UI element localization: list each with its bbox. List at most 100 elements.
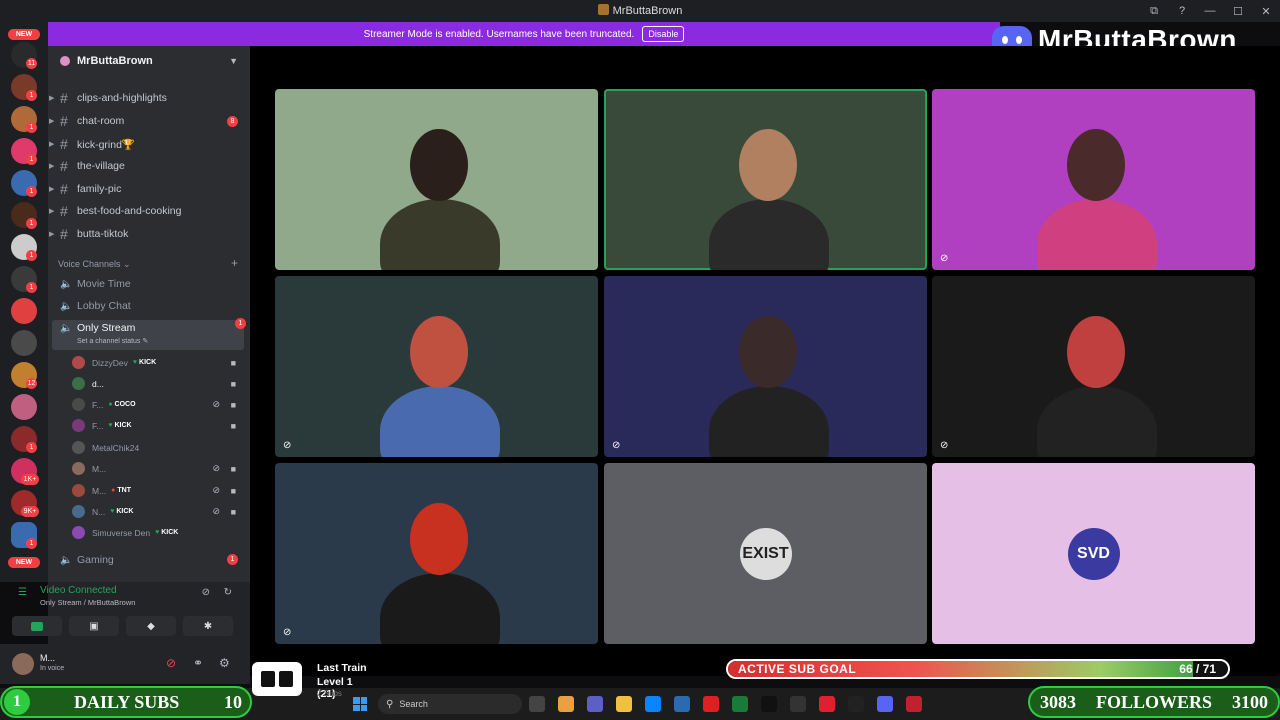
taskbar-app-icon[interactable] <box>761 696 777 712</box>
channel-clips-and-highlights[interactable]: ▶ # clips-and-highlights <box>48 87 250 109</box>
taskbar-app-icon[interactable] <box>558 696 574 712</box>
speaker-icon: 🔈 <box>60 554 73 566</box>
user-name: M... <box>92 463 107 474</box>
server-badge: 1 <box>26 282 37 293</box>
channel-label: butta-tiktok <box>77 228 129 240</box>
hash-icon: # <box>60 158 68 174</box>
voice-user[interactable]: DizzyDev ♥ KICK ■ <box>72 352 242 373</box>
camera-button[interactable] <box>12 616 62 636</box>
server-icon[interactable] <box>11 394 37 420</box>
channel-chat-room[interactable]: ▶ # chat-room 8 <box>48 110 250 132</box>
taskbar-app-icon[interactable] <box>877 696 893 712</box>
voice-channel-gaming[interactable]: 🔈 Gaming 1 <box>48 549 250 571</box>
sub-goal-count: 66 / 71 <box>1179 662 1216 676</box>
taskbar-app-icon[interactable] <box>674 696 690 712</box>
voice-location[interactable]: Only Stream / MrButtaBrown <box>40 598 135 607</box>
voice-user[interactable]: N... ♥ KICK ⊘ ■ <box>72 501 242 522</box>
taskbar-app-icon[interactable] <box>587 696 603 712</box>
voice-user[interactable]: M... ⊘ ■ <box>72 458 242 479</box>
voice-channel-only-stream[interactable]: 🔈 Only Stream Set a channel status ✎ 1 <box>52 318 246 350</box>
close-button[interactable]: ✕ <box>1252 0 1280 22</box>
participant-avatar-tile[interactable]: EXIST <box>604 463 927 644</box>
voice-user[interactable]: F... ● COCO ⊘ ■ <box>72 394 242 415</box>
voice-user[interactable]: Simuverse Den ♥ KICK <box>72 522 242 543</box>
participant-video-tile[interactable] <box>275 89 598 270</box>
channel-the-village[interactable]: ▶ # the-village <box>48 155 250 177</box>
server-name: MrButtaBrown <box>77 55 153 67</box>
maximize-button[interactable]: ☐ <box>1224 0 1252 22</box>
participant-avatar-tile[interactable]: SVD <box>932 463 1255 644</box>
arrow-icon: ▶ <box>49 118 55 125</box>
server-header[interactable]: MrButtaBrown ▼ <box>48 46 250 76</box>
taskbar-app-icon[interactable] <box>616 696 632 712</box>
voice-channel-movie-time[interactable]: 🔈 Movie Time <box>48 273 250 295</box>
voice-channel-label: Lobby Chat <box>77 300 131 312</box>
voice-user[interactable]: MetalChik24 <box>72 437 242 458</box>
gear-icon[interactable]: ⚙ <box>219 656 230 670</box>
avatar[interactable] <box>12 653 34 675</box>
channel-butta-tiktok[interactable]: ▶ # butta-tiktok <box>48 223 250 245</box>
taskbar-app-icon[interactable] <box>819 696 835 712</box>
camera-icon: ■ <box>230 357 236 368</box>
title-bar: MrButtaBrown ⧉ ? — ☐ ✕ <box>0 0 1280 22</box>
user-tag-text: KICK <box>114 422 132 429</box>
disable-button[interactable]: Disable <box>642 26 685 42</box>
disconnect-icon[interactable]: ↻ <box>224 587 232 598</box>
taskbar-app-icon[interactable] <box>732 696 748 712</box>
noise-icon[interactable]: ⊘ <box>202 587 210 598</box>
activity-button[interactable]: ◆ <box>126 616 176 636</box>
headphones-icon[interactable]: ⚭ <box>193 656 203 670</box>
voice-user[interactable]: d... ■ <box>72 373 242 394</box>
arrow-icon: ▶ <box>49 95 55 102</box>
screen-share-button[interactable]: ▣ <box>69 616 119 636</box>
followers-widget: 3083 FOLLOWERS 3100 <box>1028 686 1280 718</box>
voice-user[interactable]: F... ♥ KICK ■ <box>72 415 242 436</box>
server-icon[interactable] <box>11 298 37 324</box>
server-badge: 1 <box>26 250 37 261</box>
help-icon[interactable]: ? <box>1168 0 1196 22</box>
voice-user[interactable]: M... ● TNT ⊘ ■ <box>72 480 242 501</box>
taskbar-app-icon[interactable] <box>790 696 806 712</box>
muted-icon: ⊘ <box>212 399 220 409</box>
participant-video-tile[interactable]: ⊘ <box>275 276 598 457</box>
add-channel-icon[interactable]: + <box>231 256 238 270</box>
participant-body <box>709 199 829 270</box>
channel-family-pic[interactable]: ▶ # family-pic <box>48 178 250 200</box>
user-tag-text: COCO <box>114 401 136 408</box>
taskbar-app-icon[interactable] <box>703 696 719 712</box>
banner-text: Streamer Mode is enabled. Usernames have… <box>363 28 635 40</box>
window-title: MrButtaBrown <box>0 4 1280 17</box>
taskbar-app-icon[interactable] <box>529 696 545 712</box>
screen-icon[interactable]: ⧉ <box>1140 0 1168 22</box>
participant-video-tile[interactable]: ⊘ <box>932 276 1255 457</box>
minimize-button[interactable]: — <box>1196 0 1224 22</box>
participant-video-tile[interactable]: ⊘ <box>932 89 1255 270</box>
camera-icon: ■ <box>230 463 236 474</box>
participant-video-tile[interactable]: ⊘ <box>604 276 927 457</box>
voice-channels-header[interactable]: Voice Channels ⌄ <box>58 259 131 270</box>
taskbar-search[interactable]: ⚲ Search <box>378 694 522 714</box>
muted-icon: ⊘ <box>212 463 220 473</box>
participant-video-tile[interactable] <box>604 89 927 270</box>
user-name: d... <box>92 378 104 389</box>
current-user-status: In voice <box>40 665 65 672</box>
channel-status[interactable]: Set a channel status ✎ <box>77 337 148 345</box>
channel-best-food-and-cooking[interactable]: ▶ # best-food-and-cooking <box>48 200 250 222</box>
voice-channel-lobby-chat[interactable]: 🔈 Lobby Chat <box>48 295 250 317</box>
server-rail: NEW 11 1 1 1 1 1 1 1 12 1 1K+ 9K+ 1 NEW <box>0 22 48 582</box>
taskbar-app-icon[interactable] <box>848 696 864 712</box>
participant-video-tile[interactable]: ⊘ <box>275 463 598 644</box>
channel-kick-grind[interactable]: ▶ # kick-grind🏆 <box>48 133 250 155</box>
taskbar-app-icon[interactable] <box>645 696 661 712</box>
user-tag: ● COCO <box>108 401 135 408</box>
chevron-down-icon[interactable]: ▼ <box>229 56 238 66</box>
muted-icon: ⊘ <box>283 627 292 638</box>
taskbar-app-icon[interactable] <box>906 696 922 712</box>
user-name: Simuverse Den <box>92 527 151 538</box>
mic-muted-icon[interactable]: ⊘ <box>166 656 176 670</box>
hash-icon: # <box>60 113 68 129</box>
server-icon[interactable] <box>11 330 37 356</box>
hash-icon: # <box>60 90 68 106</box>
soundboard-button[interactable]: ✱ <box>183 616 233 636</box>
camera-icon <box>31 621 43 631</box>
